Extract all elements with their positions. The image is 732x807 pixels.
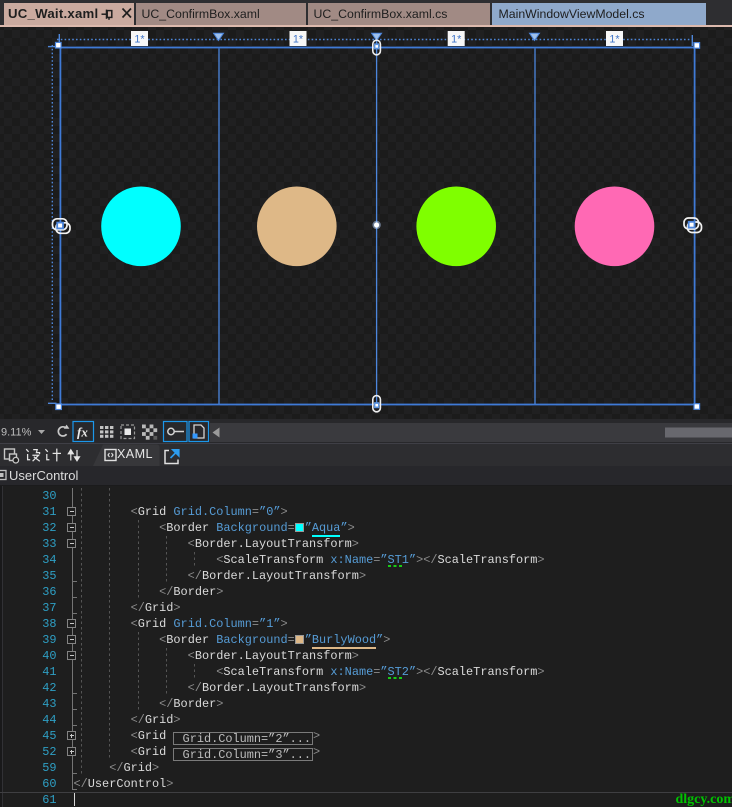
svg-text:1*: 1* [134,34,145,46]
svg-text:9.11%: 9.11% [1,427,32,439]
svg-text:1*: 1* [451,34,462,46]
svg-text:1*: 1* [293,34,304,46]
svg-text:1*: 1* [609,34,620,46]
svg-text:fx: fx [77,425,88,440]
